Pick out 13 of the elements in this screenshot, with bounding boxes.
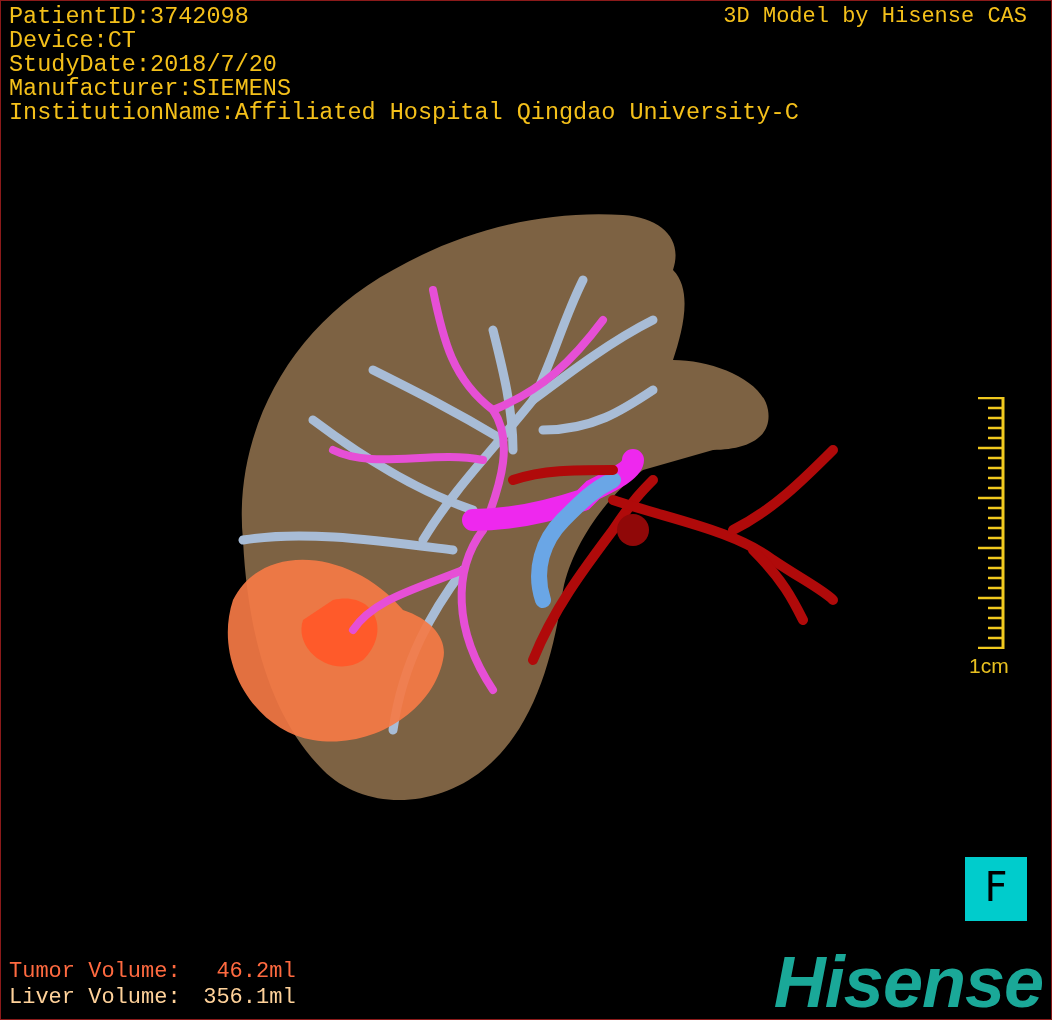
volume-value: 356.1ml — [202, 985, 296, 1011]
volume-label: Tumor Volume: — [9, 959, 181, 985]
study-info-line: PatientID:3742098 — [9, 5, 249, 29]
study-info-line: Device:CT — [9, 29, 136, 53]
logo: Hisense — [773, 945, 1043, 1019]
volume-value: 46.2ml — [215, 959, 296, 985]
model-credit: 3D Model by Hisense CAS — [723, 5, 1028, 29]
orientation-marker: F — [965, 857, 1027, 921]
scale-label: 1cm — [969, 655, 1009, 677]
study-info-line: InstitutionName:Affiliated Hospital Qingdao University-C — [9, 101, 800, 125]
study-info-line: Manufacturer:SIEMENS — [9, 77, 292, 101]
study-info-line: StudyDate:2018/7/20 — [9, 53, 277, 77]
volume-label: Liver Volume: — [9, 985, 181, 1011]
